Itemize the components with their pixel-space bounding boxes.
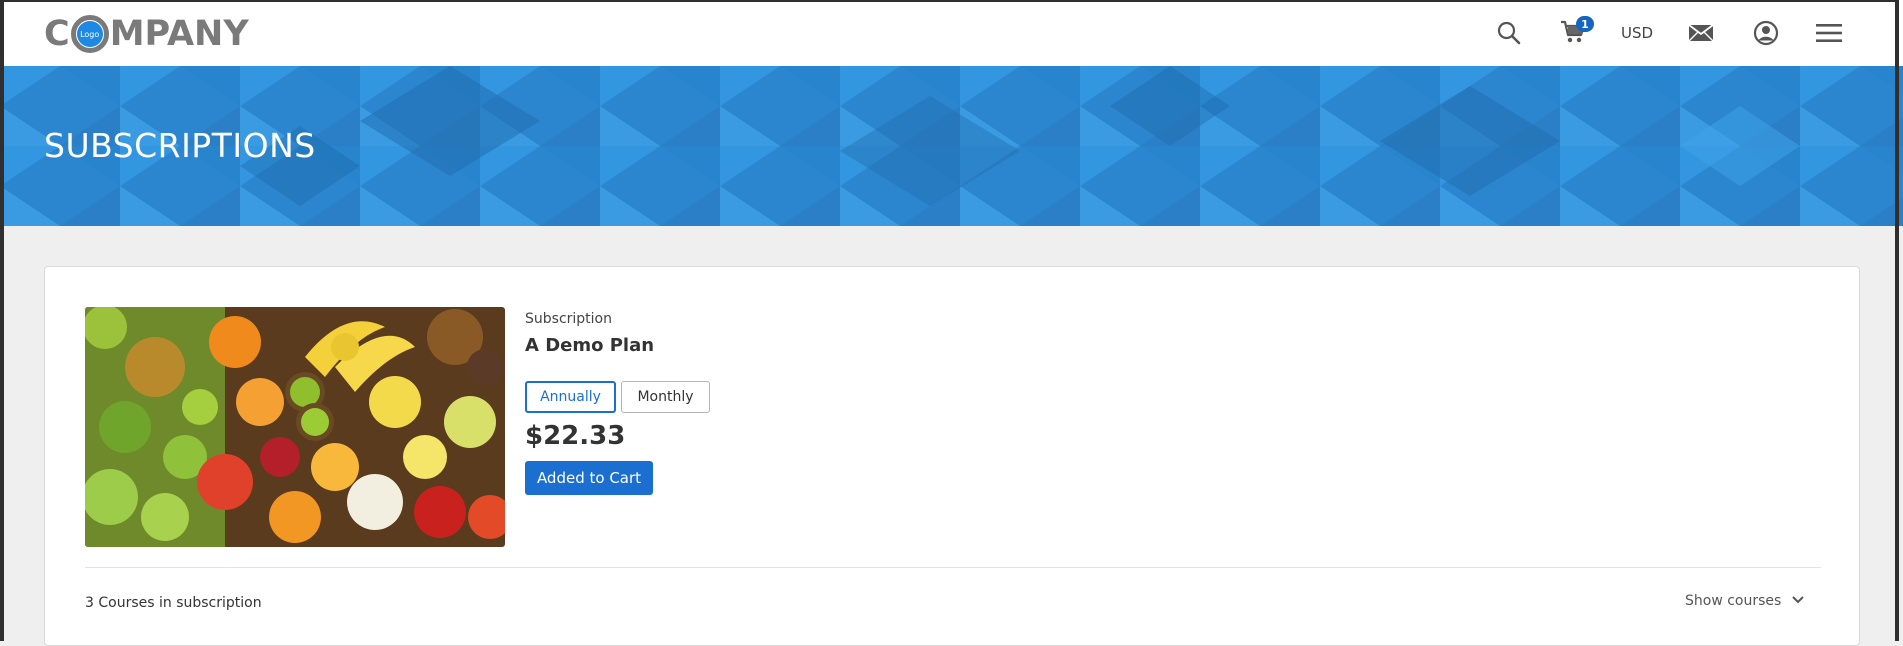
currency-selector[interactable]: USD [1621,24,1653,42]
logo-letter: C [44,14,70,54]
logo-circle: Logo [70,15,109,53]
courses-count-label: 3 Courses in subscription [85,595,262,611]
search-icon[interactable] [1494,18,1524,48]
page-banner: SUBSCRIPTIONS [0,66,1903,226]
company-logo[interactable]: C Logo MPANY [44,12,249,56]
plan-image [85,307,505,547]
logo-badge: Logo [76,21,103,47]
subscription-card: Subscription A Demo Plan Annually Monthl… [44,266,1860,646]
top-navigation-bar: C Logo MPANY 1 USD [0,0,1903,67]
account-icon[interactable] [1751,18,1781,48]
cart-button[interactable]: 1 [1558,16,1594,48]
plan-name: A Demo Plan [525,335,655,356]
added-to-cart-button[interactable]: Added to Cart [525,461,653,495]
show-courses-label: Show courses [1685,593,1782,609]
card-divider [85,567,1821,568]
mail-icon[interactable] [1686,18,1716,48]
logo-text: MPANY [109,14,249,54]
chevron-down-icon [1791,593,1805,609]
menu-icon[interactable] [1814,18,1844,48]
billing-annually-button[interactable]: Annually [525,381,616,413]
plan-type-label: Subscription [525,311,612,327]
cart-count-badge: 1 [1576,16,1594,32]
page-title: SUBSCRIPTIONS [44,126,316,165]
plan-price: $22.33 [525,421,626,451]
show-courses-toggle[interactable]: Show courses [1685,593,1805,609]
billing-monthly-button[interactable]: Monthly [621,381,710,413]
